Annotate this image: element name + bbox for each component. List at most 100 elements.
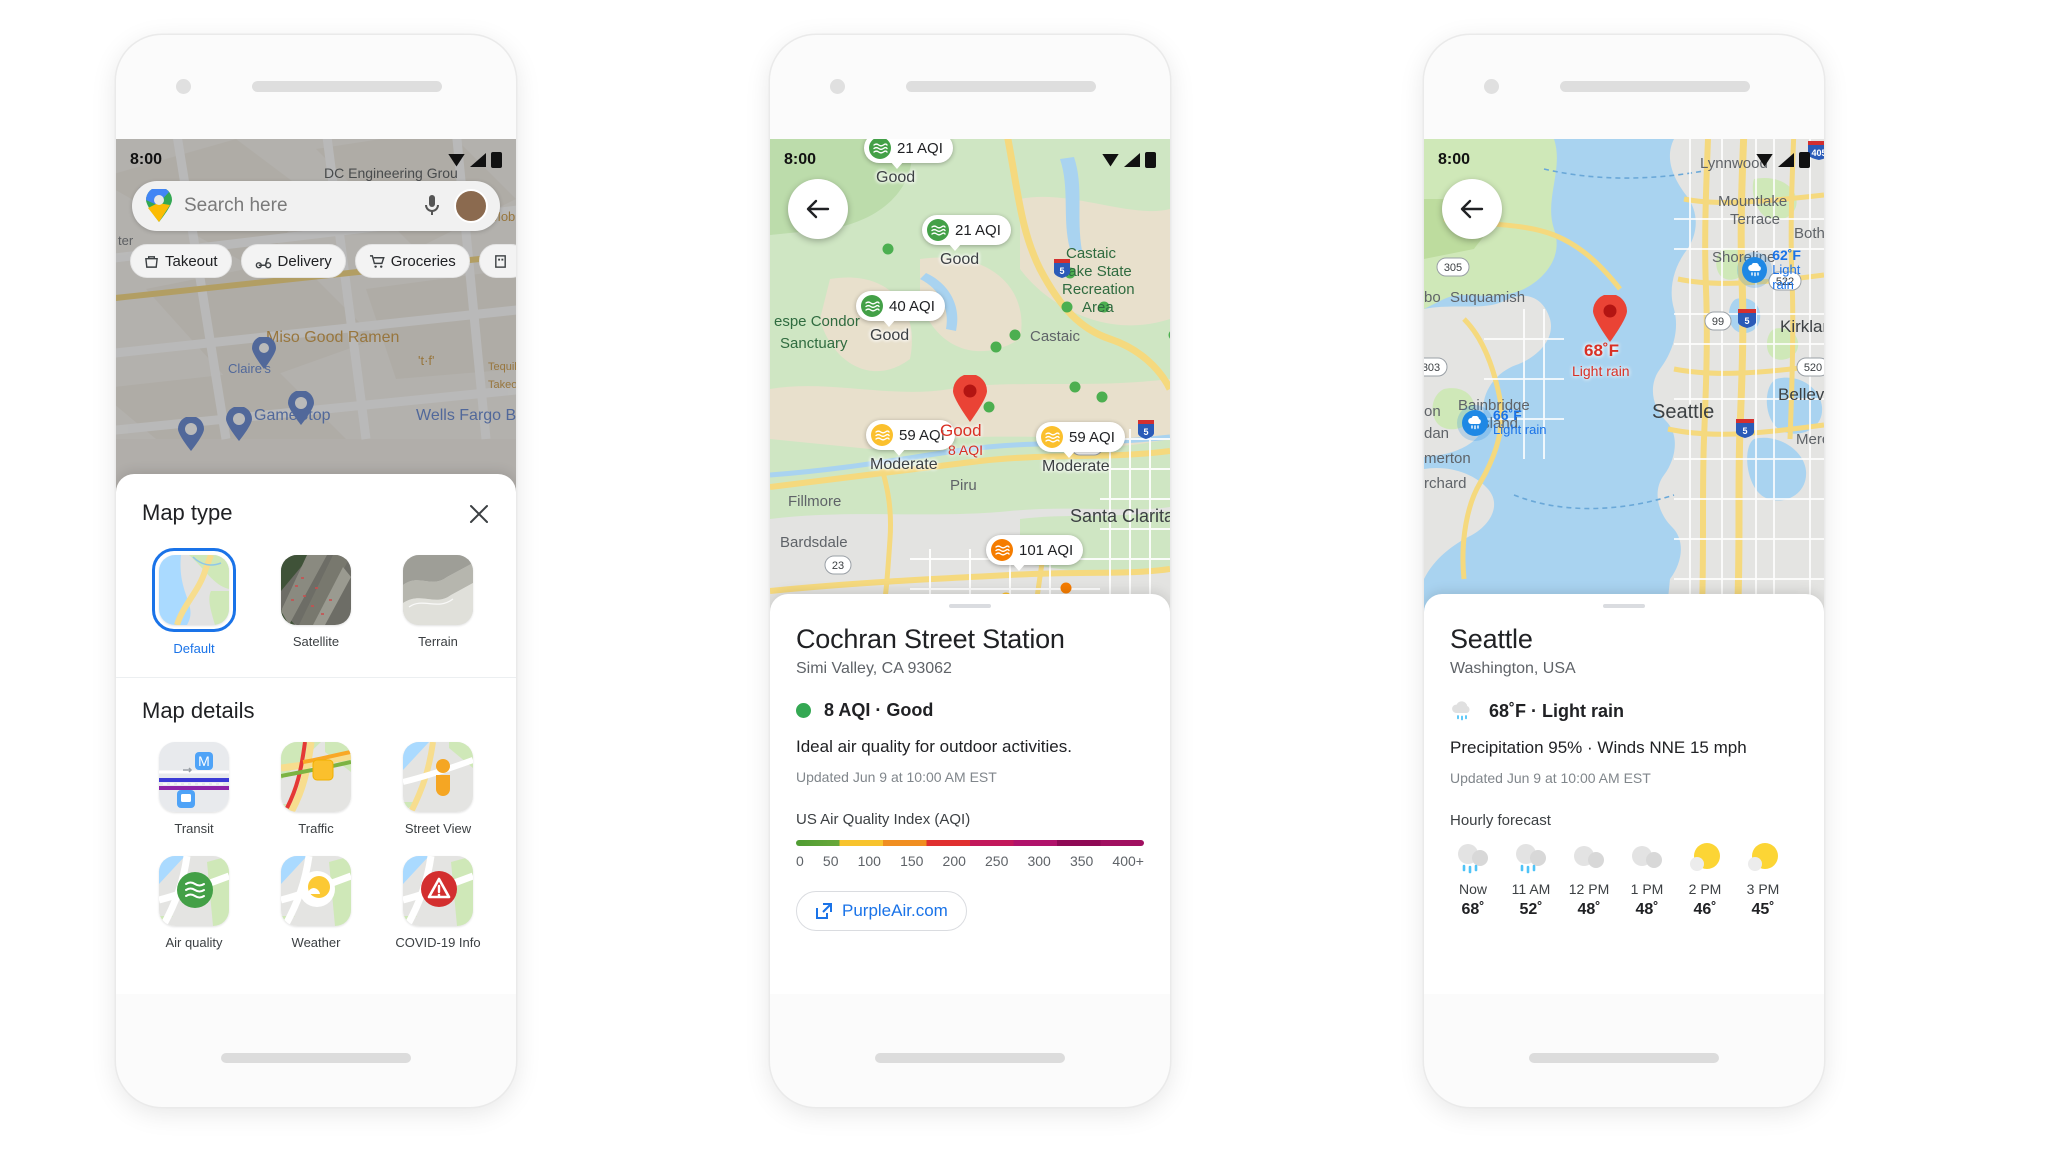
close-icon[interactable]	[468, 503, 490, 525]
hourly-forecast-list[interactable]: Now 68˚ 11 AM 52˚ 12 PM 48˚ 1 PM 48˚ 2 P…	[1450, 841, 1798, 919]
account-avatar[interactable]	[454, 189, 488, 223]
hour-time: 1 PM	[1630, 881, 1664, 897]
front-camera	[830, 79, 845, 94]
earpiece-speaker	[252, 81, 442, 92]
svg-text:5: 5	[1059, 266, 1064, 276]
svg-text:520: 520	[1804, 362, 1822, 374]
microphone-icon[interactable]	[422, 194, 442, 218]
chip-groceries[interactable]: Groceries	[354, 244, 470, 278]
map-detail-label: Transit	[174, 821, 214, 837]
wifi-icon	[1102, 153, 1119, 167]
route-shield: 5	[1734, 417, 1756, 444]
aqi-tick: 300	[1027, 853, 1051, 869]
hour-temp: 52˚	[1519, 901, 1543, 918]
map-type-label: Terrain	[418, 634, 458, 649]
map-type-terrain[interactable]: Terrain	[392, 548, 484, 657]
status-bar: 8:00	[1424, 147, 1824, 173]
aqi-updated: Updated Jun 9 at 10:00 AM EST	[796, 769, 997, 785]
map-detail-traffic[interactable]: Traffic	[270, 742, 362, 837]
hourly-forecast-item[interactable]: 11 AM 52˚	[1508, 841, 1554, 919]
air-quality-icon	[159, 855, 229, 926]
aqi-category-label: Moderate	[1042, 458, 1110, 475]
chip-delivery[interactable]: Delivery	[240, 244, 346, 278]
map-label: Terrace	[1730, 211, 1781, 228]
aqi-badge-value: 101 AQI	[1019, 541, 1074, 559]
route-shield: 305	[1436, 257, 1470, 282]
back-arrow-icon	[806, 199, 830, 219]
map-detail-transit[interactable]: M Transit	[148, 742, 240, 837]
aqi-wave-icon	[1041, 426, 1063, 448]
hour-time: 3 PM	[1746, 881, 1780, 897]
cellular-signal-icon	[1778, 153, 1794, 167]
map-label: rchard	[1424, 475, 1467, 492]
pin-label-value: 8 AQI	[948, 442, 984, 458]
svg-text:5: 5	[1742, 426, 1747, 436]
aqi-badge[interactable]: 21 AQI	[922, 215, 1011, 251]
weather-description: Precipitation 95% · Winds NNE 15 mph	[1450, 738, 1747, 757]
weather-status-value: 68˚F · Light rain	[1489, 700, 1624, 721]
map-detail-weather[interactable]: Weather	[270, 855, 362, 951]
map-detail-covid-info[interactable]: COVID-19 Info	[392, 855, 484, 951]
map-type-thumbnail-default	[159, 555, 229, 625]
purpleair-link-label: PurpleAir.com	[842, 901, 948, 920]
wifi-icon	[448, 153, 465, 167]
map-type-label: Satellite	[292, 634, 340, 649]
hour-time: 12 PM	[1568, 881, 1610, 897]
weather-updated: Updated Jun 9 at 10:00 AM EST	[1450, 770, 1651, 786]
map-label: Sanctuary	[780, 335, 848, 352]
weather-badge[interactable]: 62˚F Light rain	[1742, 247, 1824, 293]
transit-thumbnail: M	[159, 742, 229, 813]
hourly-forecast-item[interactable]: 2 PM 46˚	[1682, 841, 1728, 919]
aqi-badge[interactable]: 59 AQI	[1036, 422, 1125, 458]
selected-location-pin-icon[interactable]	[1592, 295, 1628, 343]
hourly-forecast-item[interactable]: 1 PM 48˚	[1624, 841, 1670, 919]
search-input[interactable]: Search here	[184, 195, 422, 217]
street-view-icon	[403, 742, 473, 813]
hour-time: Now	[1458, 881, 1487, 897]
weather-badge[interactable]: 66˚F Light rain	[1462, 407, 1546, 438]
aqi-status-line: 8 AQI · Good	[796, 700, 1144, 721]
map-type-satellite[interactable]: Satellite	[270, 548, 362, 657]
aqi-badge-value: 59 AQI	[899, 426, 945, 444]
search-bar[interactable]: Search here	[132, 181, 500, 231]
screenshot-stage: ter cing DC Engineering Grou Mob Miso Go…	[0, 0, 2048, 1155]
hourly-forecast-item[interactable]: Now 68˚	[1450, 841, 1496, 919]
back-arrow-icon	[1460, 199, 1484, 219]
route-shield: 99	[1704, 311, 1732, 336]
svg-text:23: 23	[832, 560, 844, 572]
aqi-category-label: Good	[940, 251, 980, 268]
earpiece-speaker	[1560, 81, 1750, 92]
hour-temp: 45˚	[1751, 901, 1775, 918]
chip-hotels[interactable]	[478, 244, 516, 278]
aqi-tick: 150	[900, 853, 924, 869]
aqi-badge[interactable]: 40 AQI	[856, 291, 945, 327]
rain-cloud-icon	[1452, 701, 1470, 721]
front-camera	[1484, 79, 1499, 94]
map-type-default[interactable]: Default	[148, 548, 240, 657]
shopping-cart-icon	[369, 254, 385, 268]
wifi-icon	[1756, 153, 1773, 167]
route-shield: 520	[1796, 357, 1824, 382]
aqi-tick: 0	[796, 853, 804, 869]
back-button[interactable]	[1442, 179, 1502, 239]
back-button[interactable]	[788, 179, 848, 239]
map-type-label: Default	[173, 641, 215, 656]
cellular-signal-icon	[470, 153, 486, 167]
purpleair-link-button[interactable]: PurpleAir.com	[796, 891, 967, 931]
map-detail-street-view[interactable]: Street View	[392, 742, 484, 837]
weather-badge-temp: 66˚F	[1493, 407, 1522, 423]
pin-label-cond: Light rain	[1572, 363, 1630, 379]
chip-takeout[interactable]: Takeout	[130, 244, 232, 278]
rain-cloud-icon	[1516, 844, 1546, 874]
rain-cloud-icon	[1462, 409, 1488, 436]
aqi-wave-icon	[991, 539, 1013, 561]
phone-mockup-map-type: ter cing DC Engineering Grou Mob Miso Go…	[116, 35, 516, 1107]
pin-label-category: Good	[940, 421, 982, 440]
map-type-thumbnail-satellite	[281, 555, 351, 625]
aqi-description: Ideal air quality for outdoor activities…	[796, 737, 1072, 756]
hourly-forecast-item[interactable]: 3 PM 45˚	[1740, 841, 1786, 919]
map-detail-air-quality[interactable]: Air quality	[148, 855, 240, 951]
hourly-forecast-item[interactable]: 12 PM 48˚	[1566, 841, 1612, 919]
aqi-badge[interactable]: 101 AQI	[986, 535, 1084, 571]
selected-location-pin-icon[interactable]	[952, 375, 988, 423]
